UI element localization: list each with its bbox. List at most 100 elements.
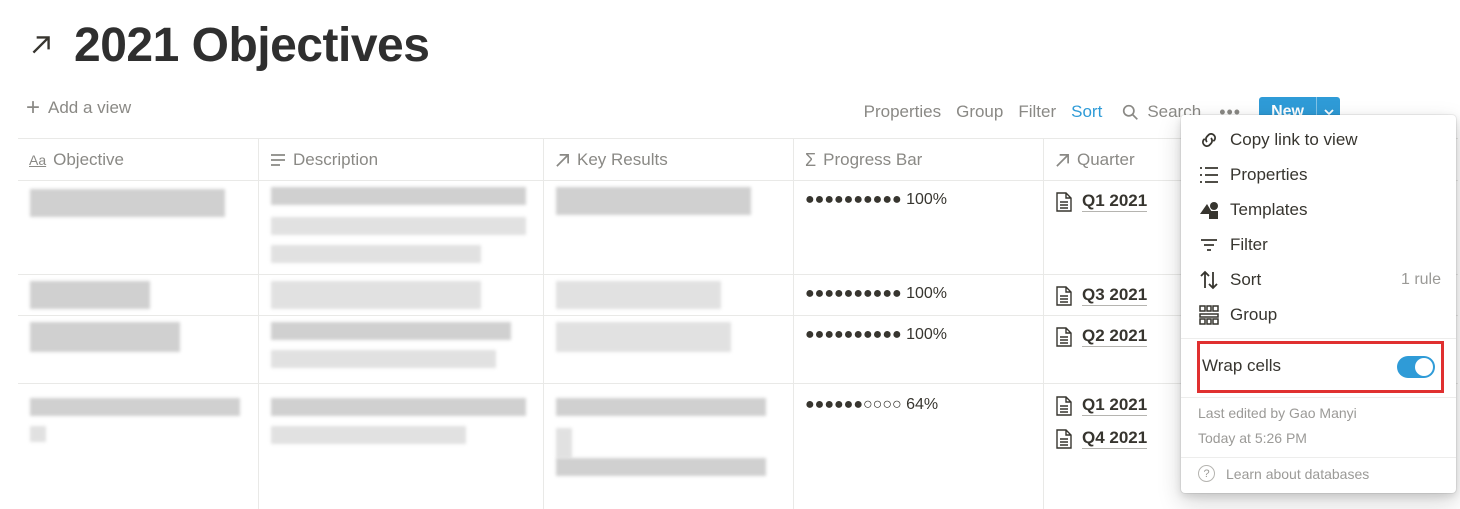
add-view-button[interactable]: + Add a view: [26, 96, 132, 120]
group-icon: [1198, 304, 1220, 326]
learn-databases-link[interactable]: ? Learn about databases: [1198, 465, 1369, 482]
key-results-cell[interactable]: [544, 181, 794, 274]
sort-icon: [1198, 269, 1220, 291]
group-button[interactable]: Group: [956, 102, 1003, 122]
column-label: Objective: [53, 150, 124, 169]
description-cell[interactable]: [259, 384, 544, 509]
menu-item-templates[interactable]: Templates: [1198, 197, 1441, 223]
link-icon: [1198, 129, 1220, 151]
properties-button[interactable]: Properties: [864, 102, 941, 122]
progress-bar-value: ●●●●●●●●●● 100%: [805, 326, 948, 343]
redacted-text: [30, 426, 46, 442]
menu-item-sort[interactable]: Sort 1 rule: [1198, 267, 1441, 293]
menu-divider: [1181, 397, 1456, 398]
last-edited-by: Last edited by Gao Manyi: [1198, 405, 1357, 421]
quarter-link[interactable]: Q3 2021: [1056, 285, 1148, 306]
redacted-text: [30, 281, 150, 309]
description-cell[interactable]: [259, 316, 544, 383]
page-icon: [1056, 285, 1072, 306]
redacted-text: [30, 189, 225, 217]
page-title[interactable]: 2021 Objectives: [74, 18, 430, 73]
quarter-link[interactable]: Q1 2021: [1056, 191, 1148, 212]
objective-cell[interactable]: [18, 275, 259, 315]
description-cell[interactable]: [259, 275, 544, 315]
redacted-text: [271, 217, 526, 235]
objective-cell[interactable]: [18, 181, 259, 274]
redacted-text: [271, 426, 466, 444]
redacted-text: [271, 281, 481, 309]
redacted-text: [556, 428, 572, 458]
page-title-row: 2021 Objectives: [28, 14, 430, 76]
sigma-icon: Σ: [805, 149, 817, 170]
progress-cell: ●●●●●●●●●● 100%: [794, 181, 1044, 274]
menu-item-filter[interactable]: Filter: [1198, 232, 1441, 258]
quarter-link[interactable]: Q2 2021: [1056, 326, 1148, 347]
filter-icon: [1198, 234, 1220, 256]
key-results-cell[interactable]: [544, 275, 794, 315]
list-icon: [1198, 164, 1220, 186]
view-options-menu: Copy link to view Properties Templates F…: [1181, 115, 1456, 493]
page-icon: [1056, 395, 1072, 416]
redacted-text: [271, 245, 481, 263]
column-header-description[interactable]: Description: [259, 139, 544, 181]
key-results-cell[interactable]: [544, 384, 794, 509]
page-icon: [1056, 191, 1072, 212]
learn-label: Learn about databases: [1226, 465, 1370, 482]
column-header-key-results[interactable]: Key Results: [544, 139, 794, 181]
key-results-cell[interactable]: [544, 316, 794, 383]
menu-item-label: Properties: [1230, 165, 1308, 184]
wrap-cells-highlight: Wrap cells: [1197, 341, 1444, 393]
redacted-text: [271, 187, 526, 205]
arrow-up-right-icon: [32, 36, 50, 54]
quarter-link[interactable]: Q4 2021: [1056, 428, 1148, 449]
menu-item-group[interactable]: Group: [1198, 302, 1441, 328]
lines-icon: [271, 154, 285, 166]
redacted-text: [271, 350, 496, 368]
sort-button[interactable]: Sort: [1071, 102, 1102, 122]
column-label: Key Results: [577, 150, 668, 169]
column-label: Description: [293, 150, 379, 169]
column-header-objective[interactable]: Aa Objective: [18, 139, 259, 181]
sort-rule-count: 1 rule: [1400, 271, 1441, 288]
menu-divider: [1181, 457, 1456, 458]
menu-item-label: Sort: [1230, 270, 1262, 289]
redacted-text: [30, 398, 240, 416]
quarter-label: Q3 2021: [1082, 285, 1148, 306]
progress-cell: ●●●●●●●●●● 100%: [794, 316, 1044, 383]
filter-button[interactable]: Filter: [1018, 102, 1056, 122]
menu-item-copy-link[interactable]: Copy link to view: [1198, 127, 1441, 153]
column-label: Quarter: [1077, 150, 1135, 169]
column-label: Progress Bar: [823, 150, 923, 169]
quarter-label: Q2 2021: [1082, 326, 1148, 347]
column-header-progress-bar[interactable]: Σ Progress Bar: [794, 139, 1044, 181]
text-icon: Aa: [29, 152, 47, 168]
redacted-text: [556, 398, 766, 416]
redacted-text: [556, 281, 721, 309]
database-toolbar: + Add a view Properties Group Filter Sor…: [20, 96, 1340, 128]
quarter-label: Q1 2021: [1082, 191, 1148, 212]
page-icon: [1056, 326, 1072, 347]
objective-cell[interactable]: [18, 384, 259, 509]
menu-item-label: Filter: [1230, 235, 1268, 254]
redacted-text: [556, 322, 731, 352]
objective-cell[interactable]: [18, 316, 259, 383]
add-view-label: Add a view: [48, 98, 132, 117]
quarter-label: Q1 2021: [1082, 395, 1148, 416]
description-cell[interactable]: [259, 181, 544, 274]
relation-arrow-icon: [1056, 153, 1069, 167]
page-icon: [1056, 428, 1072, 449]
redacted-text: [271, 322, 511, 340]
menu-item-label: Copy link to view: [1230, 130, 1358, 149]
redacted-text: [556, 458, 766, 476]
relation-arrow-icon: [556, 153, 569, 167]
menu-item-label: Group: [1230, 305, 1278, 324]
search-icon: [1123, 104, 1139, 120]
redacted-text: [30, 322, 180, 352]
menu-item-properties[interactable]: Properties: [1198, 162, 1441, 188]
progress-bar-value: ●●●●●●●●●● 100%: [805, 191, 948, 208]
menu-item-label: Templates: [1230, 200, 1308, 219]
menu-divider: [1181, 338, 1456, 339]
quarter-link[interactable]: Q1 2021: [1056, 395, 1148, 416]
progress-cell: ●●●●●●○○○○ 64%: [794, 384, 1044, 509]
wrap-cells-toggle[interactable]: [1397, 356, 1435, 378]
